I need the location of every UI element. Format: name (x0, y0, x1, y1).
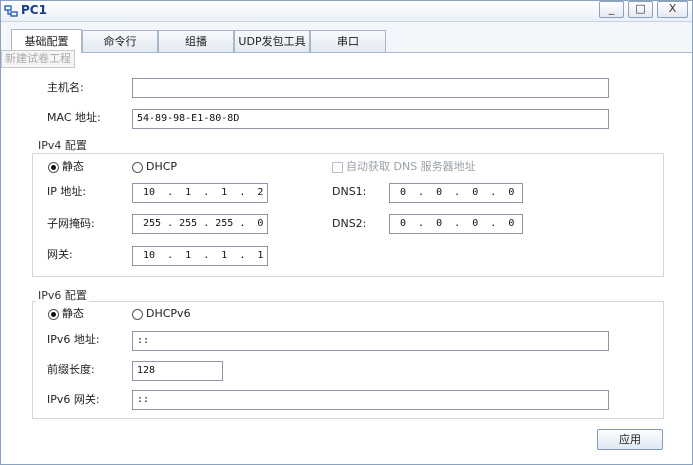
tab-serial[interactable]: 串口 (310, 30, 386, 52)
ipv6-group-title: IPv6 配置 (36, 289, 89, 303)
title-bar[interactable]: PC1 _ □ X (1, 1, 692, 22)
prefix-length-label: 前缀长度: (47, 363, 95, 376)
tab-udp-tool[interactable]: UDP发包工具 (234, 30, 310, 52)
apply-button[interactable]: 应用 (597, 429, 663, 450)
hostname-label: 主机名: (47, 81, 84, 94)
ipv4-static-label: 静态 (62, 160, 84, 173)
ipv4-dhcp-radio[interactable] (132, 162, 143, 173)
ipv6-address-input[interactable]: :: (132, 331, 609, 351)
tab-command-line[interactable]: 命令行 (82, 30, 158, 52)
window-title: PC1 (21, 3, 47, 17)
ipv4-group-title: IPv4 配置 (36, 139, 89, 153)
prefix-length-input[interactable]: 128 (132, 361, 223, 381)
dns1-input[interactable]: 0 . 0 . 0 . 0 (389, 183, 523, 203)
dns2-label: DNS2: (332, 217, 367, 230)
maximize-button[interactable]: □ (628, 1, 653, 18)
ipv6-address-label: IPv6 地址: (47, 333, 100, 346)
ipv4-dhcp-label: DHCP (146, 160, 178, 173)
dns1-label: DNS1: (332, 185, 367, 198)
pc-network-icon (4, 5, 18, 17)
mac-label: MAC 地址: (47, 111, 101, 124)
ipv6-static-label: 静态 (62, 307, 84, 320)
subnet-mask-label: 子网掩码: (47, 217, 95, 230)
tab-multicast[interactable]: 组播 (158, 30, 234, 52)
ip-address-label: IP 地址: (47, 185, 87, 198)
ipv4-static-radio[interactable] (48, 162, 59, 173)
ipv6-gateway-label: IPv6 网关: (47, 393, 100, 406)
gateway-input[interactable]: 10 . 1 . 1 . 1 (132, 246, 268, 266)
pc1-config-window: PC1 _ □ X 基础配置 命令行 组播 UDP发包工具 串口 主机名: MA… (0, 0, 693, 465)
gateway-label: 网关: (47, 248, 73, 261)
ip-address-input[interactable]: 10 . 1 . 1 . 2 (132, 183, 268, 203)
auto-dns-checkbox[interactable] (332, 162, 343, 173)
close-button[interactable]: X (657, 1, 688, 18)
dns2-input[interactable]: 0 . 0 . 0 . 0 (389, 214, 523, 234)
minimize-button[interactable]: _ (599, 1, 624, 18)
basic-config-panel: 主机名: MAC 地址: 54-89-98-E1-80-8D IPv4 配置 静… (1, 53, 692, 464)
ipv6-static-radio[interactable] (48, 309, 59, 320)
ipv6-dhcp-label: DHCPv6 (146, 307, 191, 320)
auto-dns-label: 自动获取 DNS 服务器地址 (346, 160, 476, 173)
mac-input[interactable]: 54-89-98-E1-80-8D (132, 109, 609, 129)
hostname-input[interactable] (132, 78, 609, 98)
subnet-mask-input[interactable]: 255 . 255 . 255 . 0 (132, 214, 268, 234)
tooltip: 新建试卷工程 (1, 50, 75, 68)
ipv6-gateway-input[interactable]: :: (132, 390, 609, 410)
ipv6-dhcp-radio[interactable] (132, 309, 143, 320)
